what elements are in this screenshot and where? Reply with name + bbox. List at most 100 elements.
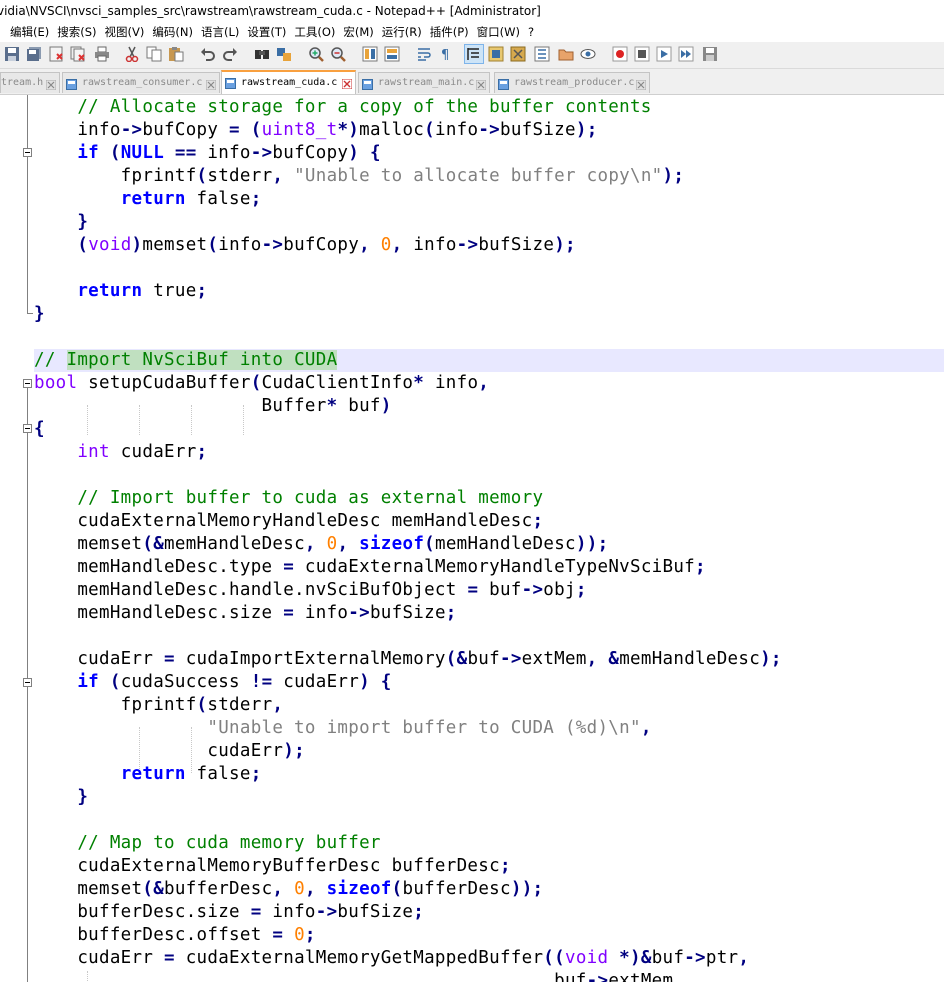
fold-end: [27, 313, 33, 314]
menu-encoding[interactable]: 编码(N): [148, 22, 197, 42]
replace-icon[interactable]: [276, 46, 292, 62]
paste-icon[interactable]: [168, 46, 184, 62]
menu-window[interactable]: 窗口(W): [473, 22, 524, 42]
current-line: // Import NvSciBuf into CUDA: [34, 349, 944, 372]
code-line: bool setupCudaBuffer(CudaClientInfo* inf…: [34, 373, 490, 393]
zoom-out-icon[interactable]: [330, 46, 346, 62]
tab-label: rawstream_consumer.c: [82, 77, 203, 88]
udl-icon[interactable]: [488, 46, 504, 62]
code-line: buf->extMem,: [34, 971, 685, 982]
file-icon: [498, 78, 509, 90]
menu-run[interactable]: 运行(R): [378, 22, 426, 42]
tab-label: rawstream_cuda.c: [241, 77, 338, 88]
close-all-icon[interactable]: [70, 46, 86, 62]
sync-h-icon[interactable]: [384, 46, 400, 62]
copy-icon[interactable]: [146, 46, 162, 62]
code-line: // Import buffer to cuda as external mem…: [34, 488, 544, 508]
fold-marker[interactable]: [23, 148, 32, 157]
code-line: // Map to cuda memory buffer: [34, 833, 381, 853]
run-macro-multiple-icon[interactable]: [678, 46, 694, 62]
menu-view[interactable]: 视图(V): [101, 22, 149, 42]
code-line: memHandleDesc.type = cudaExternalMemoryH…: [34, 557, 706, 577]
code-line: }: [34, 787, 89, 807]
window-title-bar: vidia\NVSCI\nvsci_samples_src\rawstream\…: [0, 0, 944, 22]
tab-rawstream-h[interactable]: tream.h: [0, 72, 60, 93]
code-line: bufferDesc.offset = 0;: [34, 925, 316, 945]
tab-bar: tream.h rawstream_consumer.c rawstream_c…: [0, 69, 944, 95]
tab-close-icon[interactable]: [205, 78, 217, 91]
play-macro-icon[interactable]: [656, 46, 672, 62]
doc-map-icon[interactable]: [510, 46, 526, 62]
tab-close-icon[interactable]: [475, 78, 487, 91]
fold-line: [27, 388, 28, 424]
tab-close-icon[interactable]: [45, 78, 57, 91]
code-line: }: [34, 212, 89, 232]
tab-label: tream.h: [1, 77, 44, 88]
menu-tools[interactable]: 工具(O): [290, 22, 339, 42]
code-line: cudaErr = cudaImportExternalMemory(&buf-…: [34, 649, 782, 669]
tab-rawstream-main[interactable]: rawstream_main.c: [358, 72, 490, 93]
menu-search[interactable]: 搜索(S): [53, 22, 100, 42]
code-line: info->bufCopy = (uint8_t*)malloc(info->b…: [34, 120, 598, 140]
tab-rawstream-consumer[interactable]: rawstream_consumer.c: [62, 72, 220, 93]
fold-marker[interactable]: [23, 424, 32, 433]
toolbar: ¶: [0, 42, 944, 69]
tab-rawstream-producer[interactable]: rawstream_producer.c: [494, 72, 650, 93]
menu-bar: 编辑(E) 搜索(S) 视图(V) 编码(N) 语言(L) 设置(T) 工具(O) 宏(M) 运…: [0, 22, 944, 42]
folder-workspace-icon[interactable]: [558, 46, 574, 62]
menu-plugins[interactable]: 插件(P): [426, 22, 473, 42]
code-editor[interactable]: // Allocate storage for a copy of the bu…: [0, 95, 944, 982]
code-line: "Unable to import buffer to CUDA (%d)\n"…: [207, 718, 652, 738]
sync-v-icon[interactable]: [362, 46, 378, 62]
redo-icon[interactable]: [222, 46, 238, 62]
menu-macro[interactable]: 宏(M): [339, 22, 377, 42]
code-line: }: [34, 304, 45, 324]
function-list-icon[interactable]: [534, 46, 550, 62]
fold-marker[interactable]: [23, 379, 32, 388]
fold-line: [27, 95, 28, 153]
stop-record-icon[interactable]: [634, 46, 650, 62]
code-line: int cudaErr;: [77, 442, 208, 462]
cut-icon[interactable]: [124, 46, 140, 62]
indent-guide-icon[interactable]: [464, 44, 484, 64]
all-chars-icon[interactable]: ¶: [438, 46, 454, 62]
menu-language[interactable]: 语言(L): [197, 22, 243, 42]
record-macro-icon[interactable]: [612, 46, 628, 62]
fold-line: [27, 157, 28, 313]
word-wrap-icon[interactable]: [416, 46, 432, 62]
tab-close-icon[interactable]: [635, 78, 647, 91]
file-icon: [362, 78, 373, 90]
code-line: return true;: [77, 281, 208, 301]
code-line: memHandleDesc.handle.nvSciBufObject = bu…: [34, 580, 587, 600]
save-macro-icon[interactable]: [702, 46, 718, 62]
code-line: return false;: [120, 189, 262, 209]
save-icon[interactable]: [4, 46, 20, 62]
monitor-icon[interactable]: [580, 46, 596, 62]
fold-line: [27, 433, 28, 683]
save-all-icon[interactable]: [26, 46, 42, 62]
menu-settings[interactable]: 设置(T): [243, 22, 290, 42]
code-line: if (cudaSuccess != cudaErr) {: [77, 672, 392, 692]
find-icon[interactable]: [254, 46, 270, 62]
print-icon[interactable]: [94, 46, 110, 62]
zoom-in-icon[interactable]: [308, 46, 324, 62]
code-line: memHandleDesc.size = info->bufSize;: [34, 603, 457, 623]
menu-edit[interactable]: 编辑(E): [6, 22, 53, 42]
file-icon: [225, 77, 236, 89]
window-title: vidia\NVSCI\nvsci_samples_src\rawstream\…: [0, 4, 541, 18]
tab-rawstream-cuda[interactable]: rawstream_cuda.c: [221, 70, 356, 94]
code-line: (void)memset(info->bufCopy, 0, info->buf…: [77, 235, 576, 255]
code-line: memset(&memHandleDesc, 0, sizeof(memHand…: [34, 534, 609, 554]
tab-label: rawstream_main.c: [378, 77, 475, 88]
fold-margin[interactable]: [14, 95, 34, 982]
undo-icon[interactable]: [200, 46, 216, 62]
menu-help[interactable]: ?: [524, 22, 538, 42]
fold-marker[interactable]: [23, 678, 32, 687]
close-icon[interactable]: [48, 46, 64, 62]
code-line: cudaExternalMemoryBufferDesc bufferDesc;: [34, 856, 511, 876]
tab-close-icon[interactable]: [341, 77, 353, 90]
code-line: if (NULL == info->bufCopy) {: [77, 143, 381, 163]
